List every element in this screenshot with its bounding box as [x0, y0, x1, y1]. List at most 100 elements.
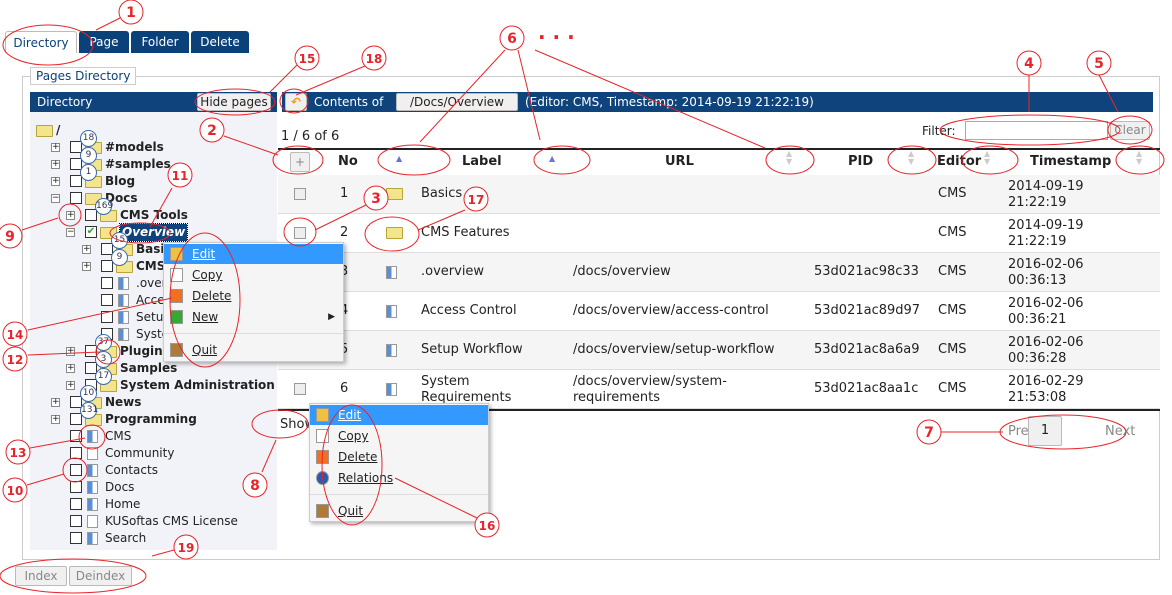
expand-icon[interactable]: +	[82, 245, 91, 254]
tree-item[interactable]: Docs	[30, 479, 277, 496]
tree-item[interactable]: +131 Programming	[30, 402, 277, 428]
menu-item-edit[interactable]: Edit	[164, 244, 343, 264]
filter-input[interactable]	[965, 121, 1108, 140]
menu-item-quit[interactable]: Quit	[164, 340, 343, 360]
annotation-marker	[361, 45, 387, 71]
tree-item[interactable]: CMS	[30, 428, 277, 445]
folder-icon	[36, 125, 53, 137]
collapse-icon[interactable]: −	[51, 194, 60, 203]
tree-item[interactable]: +10 News	[30, 385, 277, 411]
sort-icon[interactable]: ▲	[549, 155, 555, 163]
column-header-pid[interactable]: PID	[848, 148, 873, 175]
tree-checkbox[interactable]	[70, 192, 82, 204]
tab-page[interactable]: Page	[79, 31, 129, 53]
pencil-icon	[316, 408, 329, 422]
menu-item-new[interactable]: New ▶	[164, 307, 343, 327]
column-header-no[interactable]: No	[338, 148, 358, 175]
tree-item[interactable]: +3 Samples	[30, 351, 277, 377]
tree-checkbox[interactable]	[70, 515, 82, 527]
expand-icon[interactable]: +	[51, 415, 60, 424]
row-checkbox[interactable]	[294, 383, 306, 395]
back-arrow-icon[interactable]: ↶	[285, 93, 307, 111]
expand-icon[interactable]: +	[82, 262, 91, 271]
column-header-timestamp[interactable]: Timestamp	[1030, 148, 1111, 175]
row-checkbox[interactable]	[294, 188, 306, 200]
tab-directory[interactable]: Directory	[5, 31, 77, 53]
folder-icon[interactable]	[386, 227, 403, 239]
sort-icon[interactable]: ▲ ▼	[786, 150, 792, 166]
row-number: 6	[340, 381, 349, 396]
tree-checkbox[interactable]	[70, 498, 82, 510]
tree-item[interactable]: Community	[30, 445, 277, 462]
expand-icon[interactable]: +	[66, 347, 75, 356]
tree-item[interactable]: − ✔ Overview	[30, 223, 277, 242]
menu-item-edit[interactable]: Edit	[310, 405, 488, 425]
table-row[interactable]: 4 Access Control/docs/overview/access-con…	[278, 292, 1160, 331]
tree-checkbox[interactable]: ✔	[85, 226, 97, 238]
tab-delete[interactable]: Delete	[191, 31, 249, 53]
tree-item[interactable]: − Docs	[30, 190, 277, 207]
column-header-url[interactable]: URL	[665, 148, 694, 175]
tree-item[interactable]: KUSoftas CMS License	[30, 513, 277, 530]
menu-item-copy[interactable]: Copy	[310, 426, 488, 446]
tree-item[interactable]: Home	[30, 496, 277, 513]
hide-pages-button[interactable]: Hide pages	[197, 93, 271, 111]
menu-item-delete[interactable]: Delete	[164, 286, 343, 306]
expand-icon[interactable]: +	[51, 143, 60, 152]
sort-icon[interactable]: ▲ ▼	[908, 150, 914, 166]
expand-icon[interactable]: +	[66, 211, 75, 220]
menu-item-copy[interactable]: Copy	[164, 265, 343, 285]
tree-item[interactable]: +1 Blog	[30, 164, 277, 190]
sort-icon[interactable]: ▲	[396, 155, 402, 163]
tree-checkbox[interactable]	[70, 447, 82, 459]
tree-item[interactable]: /	[30, 122, 277, 139]
menu-item-relations[interactable]: Relations	[310, 468, 488, 488]
path-button[interactable]: /Docs/Overview	[396, 93, 518, 111]
tree-checkbox[interactable]	[101, 311, 113, 323]
next-button[interactable]: Next	[1105, 424, 1135, 439]
folder-icon[interactable]	[386, 188, 403, 200]
index-button[interactable]: Index	[15, 566, 67, 586]
table-row[interactable]: 2 CMS Features CMS 2014-09-19 21:22:19	[278, 214, 1160, 253]
deindex-button[interactable]: Deindex	[69, 566, 132, 586]
page-icon[interactable]	[386, 383, 397, 396]
sort-icon[interactable]: ▲ ▼	[984, 150, 990, 166]
tree-item[interactable]: Contacts	[30, 462, 277, 479]
tree-checkbox[interactable]	[101, 294, 113, 306]
page-icon[interactable]	[386, 344, 397, 357]
expand-icon[interactable]: +	[51, 398, 60, 407]
tree-item[interactable]: Search	[30, 530, 277, 547]
tree-item[interactable]: +17 System Administration	[30, 368, 277, 394]
table-row[interactable]: 1 Basics CMS 2014-09-19 21:22:19	[278, 175, 1160, 214]
page-icon	[87, 532, 98, 545]
column-header-editor[interactable]: Editor	[937, 148, 981, 175]
page-1-button[interactable]: 1	[1028, 416, 1062, 446]
tree-item[interactable]: +169 CMS Tools	[30, 198, 277, 224]
expand-icon[interactable]: +	[51, 177, 60, 186]
page-icon[interactable]	[386, 266, 397, 279]
tree-checkbox[interactable]	[70, 430, 82, 442]
tree-checkbox[interactable]	[101, 277, 113, 289]
tab-folder[interactable]: Folder	[131, 31, 189, 53]
tree-item-label: Contacts	[105, 463, 158, 477]
collapse-icon[interactable]: −	[66, 228, 75, 237]
clear-button[interactable]: Clear	[1110, 121, 1150, 140]
tree-item[interactable]: +9 #samples	[30, 147, 277, 173]
expand-icon[interactable]: +	[66, 381, 75, 390]
menu-item-delete[interactable]: Delete	[310, 447, 488, 467]
row-checkbox[interactable]	[294, 227, 306, 239]
expand-icon[interactable]: +	[66, 364, 75, 373]
expand-icon[interactable]: +	[51, 160, 60, 169]
menu-item-quit[interactable]: Quit	[310, 501, 488, 521]
tree-item[interactable]: +18 #models	[30, 130, 277, 156]
count-badge: 1	[80, 164, 97, 181]
tree-checkbox[interactable]	[70, 532, 82, 544]
sort-icon[interactable]: ▲ ▼	[1136, 150, 1142, 166]
table-row[interactable]: 3 .overview/docs/overview 53d021ac98c33 CMS…	[278, 253, 1160, 292]
tree-checkbox[interactable]	[70, 464, 82, 476]
column-header-label[interactable]: Label	[462, 148, 502, 175]
tree-checkbox[interactable]	[70, 481, 82, 493]
table-row[interactable]: 5 Setup Workflow/docs/overview/setup-work…	[278, 331, 1160, 370]
page-icon[interactable]	[386, 305, 397, 318]
add-button[interactable]: +	[290, 152, 310, 172]
